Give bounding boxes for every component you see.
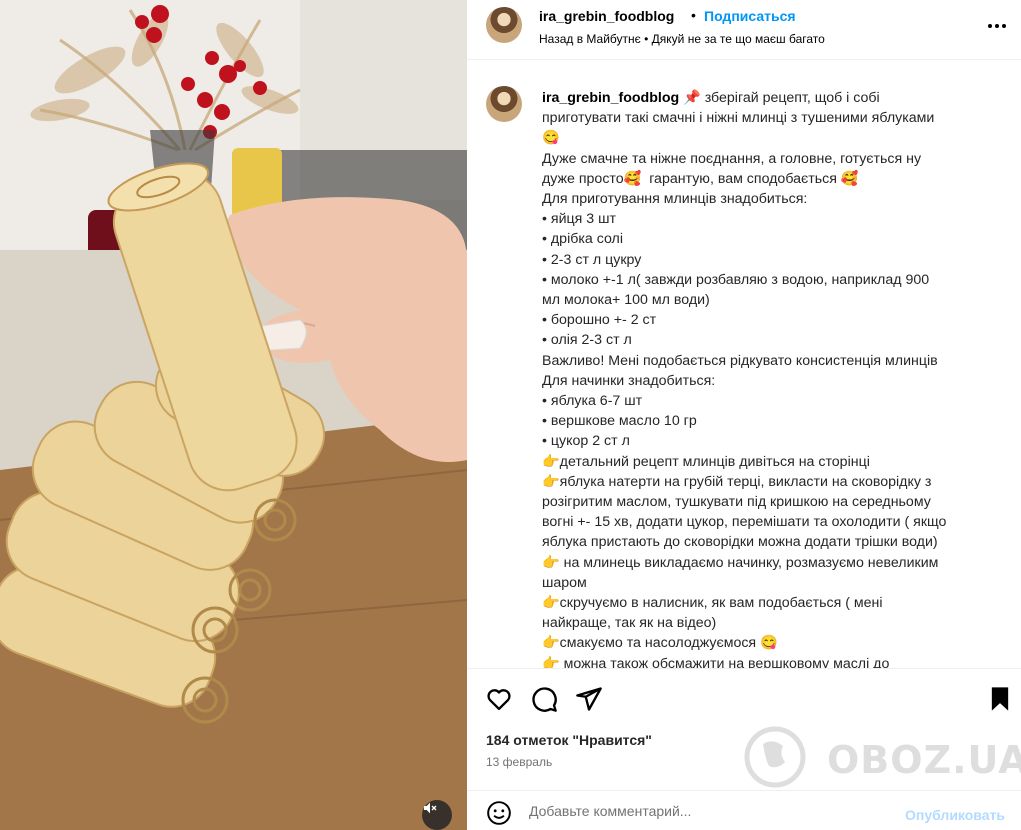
- likes-count[interactable]: 184 отметок "Нравится": [486, 732, 652, 748]
- caption-line: • цукор 2 ст л: [542, 433, 630, 450]
- caption-line: 👉яблука натерти на грубій терці, викласт…: [542, 473, 932, 490]
- heart-icon[interactable]: [485, 685, 513, 713]
- caption-line: • молоко +-1 л( завжди розбавляю з водою…: [542, 271, 930, 288]
- caption-line: шаром: [542, 574, 587, 591]
- caption-line: Дуже смачне та ніжне поєднання, а головн…: [542, 150, 922, 167]
- globe-icon: [744, 726, 806, 788]
- audio-track-link[interactable]: Назад в Майбутнє • Дякуй не за те що має…: [539, 32, 825, 46]
- watermark-text: OBOZ.UA: [827, 738, 1021, 782]
- caption-line: 👉скручуємо в налисник, як вам подобаєтьс…: [542, 595, 883, 612]
- caption-line: Важливо! Мені подобається рідкувато конс…: [542, 352, 938, 369]
- caption-line: приготувати такі смачні і ніжні млинці з…: [542, 110, 935, 127]
- emoji-icon[interactable]: [486, 800, 512, 826]
- caption-line: яблука пристають до сковорідки можна дод…: [542, 534, 938, 551]
- action-bar: [467, 668, 1021, 728]
- caption-line: Для начинки знадобиться:: [542, 372, 716, 389]
- mute-toggle-button[interactable]: [422, 800, 452, 830]
- caption-line: • олія 2-3 ст л: [542, 332, 632, 349]
- follow-button[interactable]: Подписаться: [704, 8, 796, 24]
- share-icon[interactable]: [575, 685, 603, 713]
- caption-line: Для приготування млинців знадобиться:: [542, 191, 808, 208]
- publish-button[interactable]: Опубликовать: [905, 807, 1005, 823]
- caption-line: • вершкове масло 10 гр: [542, 413, 697, 430]
- post-header: ira_grebin_foodblog • Подписаться Назад …: [467, 0, 1021, 60]
- avatar[interactable]: [486, 7, 522, 43]
- comment-input[interactable]: [529, 799, 889, 823]
- comment-bar: Опубликовать: [467, 790, 1021, 830]
- caption-line: • дрібка солі: [542, 231, 623, 248]
- post-video[interactable]: [0, 0, 467, 830]
- caption-line: 👉 можна також обсмажити на вершковому ма…: [542, 655, 890, 668]
- bookmark-icon[interactable]: [986, 685, 1014, 713]
- header-username-link[interactable]: ira_grebin_foodblog: [539, 8, 674, 24]
- post-details-panel: ira_grebin_foodblog • Подписаться Назад …: [467, 0, 1021, 830]
- caption-line: вогні +- 15 хв, додати цукор, перемішати…: [542, 514, 947, 531]
- caption-text: ira_grebin_foodblog 📌 зберігай рецепт, щ…: [542, 88, 997, 668]
- more-horizontal-icon[interactable]: [985, 14, 1009, 38]
- caption-line: • яблука 6-7 шт: [542, 393, 643, 410]
- caption-line: 📌 зберігай рецепт, щоб і собі: [683, 90, 880, 106]
- watermark-logo: OBOZ.UA: [733, 724, 1021, 790]
- caption-section: ira_grebin_foodblog 📌 зберігай рецепт, щ…: [467, 68, 1021, 668]
- muted-speaker-icon: [424, 802, 437, 814]
- caption-line: мл молока+ 100 мл води): [542, 292, 710, 309]
- caption-line: розігритим маслом, тушкувати під кришкою…: [542, 494, 931, 511]
- caption-line: 👉детальний рецепт млинців дивіться на ст…: [542, 453, 870, 470]
- caption-line: • яйця 3 шт: [542, 211, 616, 228]
- caption-line: • борошно +- 2 ст: [542, 312, 657, 329]
- video-frame-illustration: [0, 0, 467, 830]
- caption-line: • 2-3 ст л цукру: [542, 251, 642, 268]
- caption-line: 👉смакуємо та насолоджуємося 😋: [542, 635, 778, 652]
- caption-line: дуже просто🥰 гарантую, вам сподобається …: [542, 170, 859, 187]
- caption-username-link[interactable]: ira_grebin_foodblog: [542, 90, 679, 106]
- avatar[interactable]: [486, 86, 522, 122]
- comment-icon[interactable]: [530, 685, 558, 713]
- post-date: 13 февраль: [486, 755, 553, 769]
- caption-line: 👉 на млинець викладаємо начинку, розмазу…: [542, 554, 939, 571]
- caption-line: найкраще, так як на відео): [542, 615, 717, 632]
- caption-line: 😋: [542, 130, 560, 147]
- header-separator: •: [691, 7, 696, 23]
